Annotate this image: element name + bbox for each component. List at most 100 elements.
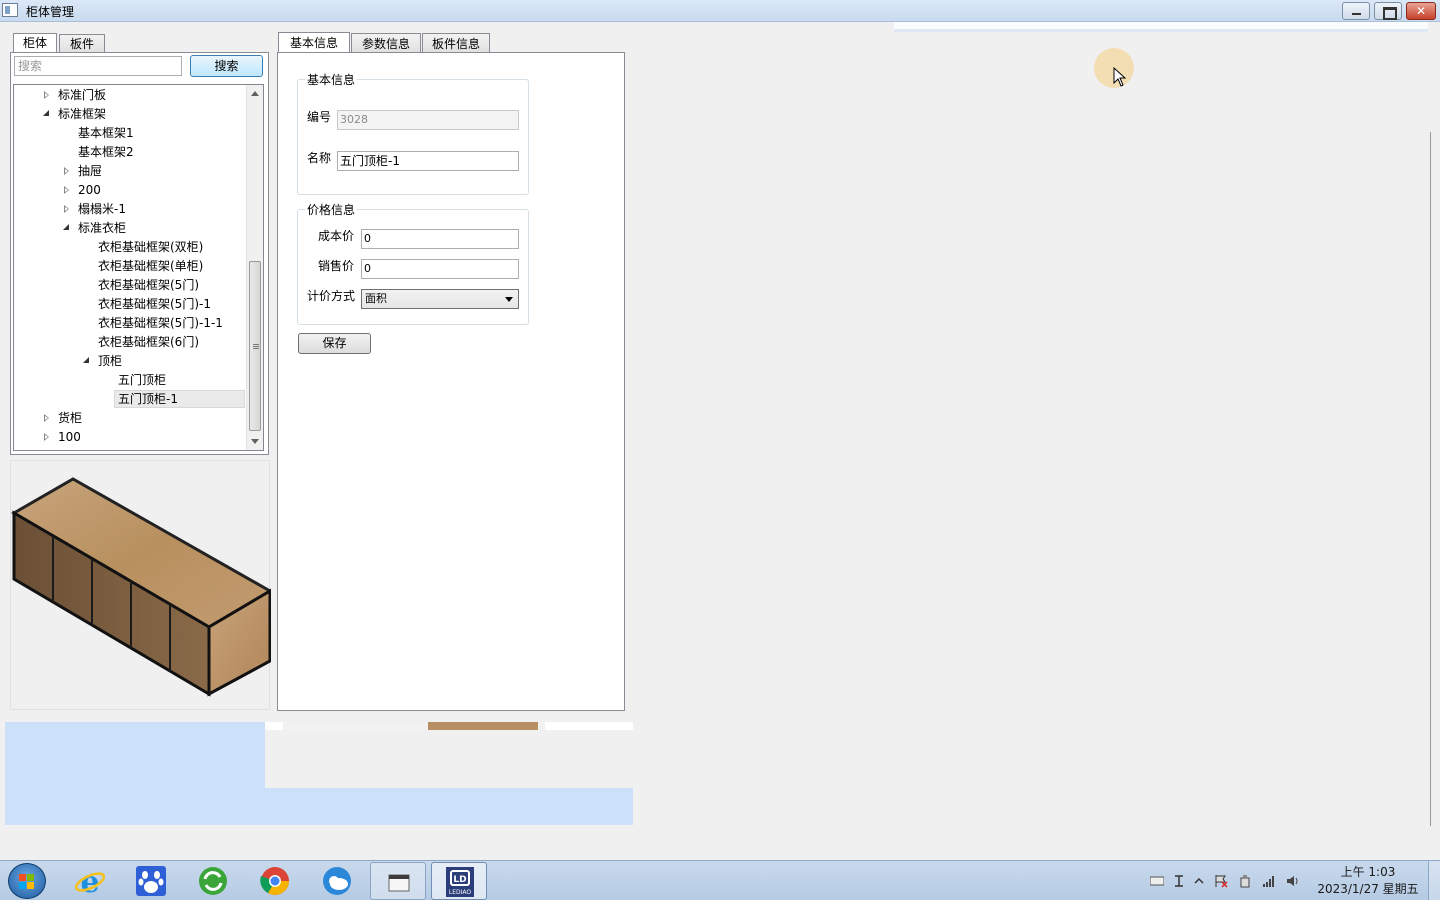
green-refresh-icon (199, 867, 227, 895)
taskbar: e LD LEDIAO 上午 1:03 2023/1/27 星期五 (0, 860, 1440, 900)
network-icon[interactable] (1262, 874, 1276, 888)
tree-item-label: 五门顶柜 (118, 373, 167, 387)
search-input[interactable]: 搜索 (14, 56, 182, 76)
background-window-edge (894, 22, 1428, 32)
collapsed-arrow-icon[interactable] (44, 414, 49, 422)
expanded-arrow-icon[interactable] (63, 224, 69, 230)
collapsed-arrow-icon[interactable] (44, 91, 49, 99)
taskbar-internet-explorer[interactable]: e (62, 862, 118, 900)
close-icon: ✕ (1415, 4, 1427, 18)
input-method-icon[interactable] (1172, 874, 1186, 888)
tree-item-label: 200 (78, 183, 101, 197)
keyboard-icon[interactable] (1150, 874, 1164, 888)
tree-item-label: 货柜 (58, 411, 83, 425)
selection-overlay (5, 722, 265, 825)
tree-item-label: 100 (58, 430, 81, 444)
tree-item-label: 五门顶柜-1 (118, 392, 178, 406)
system-clock[interactable]: 上午 1:03 2023/1/27 星期五 (1312, 864, 1424, 898)
mouse-cursor-icon (1113, 67, 1127, 87)
tab-parameter-info[interactable]: 参数信息 (351, 33, 421, 53)
start-button[interactable] (8, 863, 46, 899)
window-title: 柜体管理 (26, 5, 75, 19)
tab-panel-info[interactable]: 板件信息 (422, 33, 490, 53)
chevron-up-icon[interactable] (1192, 874, 1206, 888)
tree-scrollbar[interactable] (246, 85, 263, 450)
tree-item-label: 衣柜基础框架(5门) (98, 278, 199, 292)
collapsed-arrow-icon[interactable] (64, 205, 69, 213)
collapsed-arrow-icon[interactable] (64, 186, 69, 194)
collapsed-arrow-icon[interactable] (44, 433, 49, 441)
tab-cabinet[interactable]: 柜体 (13, 33, 57, 53)
app-icon (2, 3, 18, 17)
tree-item-label: 基本框架2 (78, 145, 134, 159)
tree-item-label: 榻榻米-1 (78, 202, 126, 216)
chrome-icon (260, 867, 289, 895)
cabinet-tree[interactable]: 标准门板 标准框架 基本框架1 基本框架2 抽屉 200 榻榻米-1 标准衣柜 衣柜基础框架(双… (13, 84, 264, 451)
usb-device-icon[interactable] (1238, 874, 1252, 888)
scroll-down-icon[interactable] (251, 439, 259, 444)
tree-item-label: 衣柜基础框架(5门)-1-1 (98, 316, 223, 330)
search-button[interactable]: 搜索 (190, 55, 263, 77)
background-window-border (1430, 132, 1434, 826)
close-button[interactable]: ✕ (1406, 2, 1436, 20)
tree-item-label: 抽屉 (78, 164, 103, 178)
cabinet-preview-image (10, 460, 273, 710)
taskbar-chrome[interactable] (247, 862, 303, 900)
basic-info-panel: 基本信息 编号 3028 名称 五门顶柜-1 价格信息 成本价 0 销售价 0 … (277, 52, 625, 711)
baidu-paw-icon (136, 866, 166, 896)
clock-date: 2023/1/27 星期五 (1317, 882, 1419, 896)
tree-item-label: 基本框架1 (78, 126, 134, 140)
folder-icon (388, 874, 410, 892)
tree-item-label: 标准衣柜 (78, 221, 127, 235)
tree-item-label: 衣柜基础框架(双柜) (98, 240, 204, 254)
basic-info-group-title: 基本信息 (305, 71, 358, 88)
lediao-icon: LD LEDIAO (446, 867, 474, 897)
svg-text:e: e (80, 866, 99, 896)
taskbar-refresh-app[interactable] (185, 862, 241, 900)
collapsed-arrow-icon[interactable] (64, 167, 69, 175)
tab-panel[interactable]: 板件 (59, 34, 105, 53)
tree-item-label: 标准框架 (58, 107, 107, 121)
flag-warning-icon[interactable] (1214, 874, 1228, 888)
price-info-group: 价格信息 成本价 0 销售价 0 计价方式 面积 (297, 201, 529, 325)
sale-price-label: 销售价 (318, 259, 355, 273)
pricing-method-select[interactable]: 面积 (361, 289, 519, 309)
expanded-arrow-icon[interactable] (43, 110, 49, 116)
pricing-method-value: 面积 (365, 292, 387, 305)
scroll-thumb[interactable] (249, 261, 261, 431)
minimize-button[interactable] (1342, 2, 1370, 20)
code-label: 编号 (307, 110, 332, 124)
lediao-label: LEDIAO (449, 889, 472, 896)
windows-logo-icon (19, 874, 35, 890)
clock-time: 上午 1:03 (1340, 865, 1396, 879)
tab-basic-info[interactable]: 基本信息 (278, 32, 350, 53)
taskbar-baidu[interactable] (123, 862, 179, 900)
chevron-down-icon (505, 297, 513, 302)
ghost-strip-wood (428, 722, 538, 730)
show-desktop-button[interactable] (1428, 861, 1440, 900)
name-field[interactable]: 五门顶柜-1 (337, 151, 519, 171)
restore-button[interactable] (1374, 2, 1402, 20)
taskbar-cloud-app[interactable] (309, 862, 365, 900)
scroll-up-icon[interactable] (251, 91, 259, 96)
code-field: 3028 (337, 110, 519, 130)
tree-item-label: 顶柜 (98, 354, 123, 368)
save-button[interactable]: 保存 (298, 333, 371, 354)
tree-item-label: 衣柜基础框架(单柜) (98, 259, 204, 273)
sale-price-field[interactable]: 0 (361, 259, 519, 279)
left-panel: 搜索 搜索 标准门板 标准框架 基本框架1 基本框架2 抽屉 200 榻榻米-1 标准衣柜 衣柜… (10, 52, 269, 455)
grip-icon (253, 344, 259, 345)
taskbar-lediao[interactable]: LD LEDIAO (431, 862, 487, 900)
name-label: 名称 (307, 151, 332, 165)
title-bar: 柜体管理 ✕ (0, 0, 1440, 22)
tree-item-label: 衣柜基础框架(5门)-1 (98, 297, 211, 311)
price-info-group-title: 价格信息 (305, 201, 358, 218)
pricing-method-label: 计价方式 (307, 289, 356, 303)
taskbar-file-explorer[interactable] (370, 862, 426, 900)
internet-explorer-icon: e (74, 866, 106, 896)
volume-icon[interactable] (1286, 874, 1300, 888)
expanded-arrow-icon[interactable] (83, 357, 89, 363)
cost-price-field[interactable]: 0 (361, 229, 519, 249)
cloud-icon (323, 867, 351, 895)
tree-item[interactable]: 五门顶柜-1 (114, 390, 245, 408)
